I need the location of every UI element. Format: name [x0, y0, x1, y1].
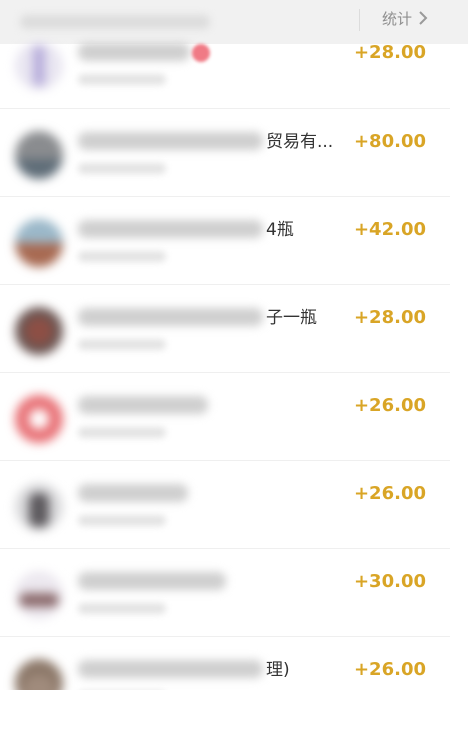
list-item[interactable]: +28.00 [0, 20, 450, 109]
title-blurred [78, 660, 263, 678]
list-item[interactable]: +30.00 [0, 549, 450, 637]
avatar [15, 571, 63, 619]
title-blurred [78, 43, 190, 61]
title-blurred [78, 572, 226, 590]
amount: +42.00 [353, 219, 426, 240]
time-blurred [78, 427, 166, 438]
title-tail: 子一瓶 [266, 308, 317, 328]
time-blurred [78, 339, 166, 350]
avatar [15, 42, 63, 90]
list-item[interactable]: 4瓶 +42.00 [0, 197, 450, 285]
title-blurred [78, 132, 263, 150]
time-blurred [78, 74, 166, 85]
avatar [15, 131, 63, 179]
title-blurred [78, 220, 263, 238]
avatar [15, 483, 63, 531]
amount: +80.00 [353, 131, 426, 152]
list-item[interactable]: +26.00 [0, 373, 450, 461]
time-blurred [78, 163, 166, 174]
avatar [15, 395, 63, 443]
title-blurred [78, 396, 208, 414]
avatar [15, 219, 63, 267]
amount: +28.00 [353, 307, 426, 328]
avatar [15, 307, 63, 355]
bottom-area [0, 690, 468, 738]
amount: +28.00 [353, 42, 426, 63]
time-blurred [78, 603, 166, 614]
time-blurred [78, 515, 166, 526]
title-tail: 4瓶 [266, 220, 294, 240]
list-item[interactable]: 子一瓶 +28.00 [0, 285, 450, 373]
title-tail: 理) [266, 660, 290, 680]
list-item[interactable]: +26.00 [0, 461, 450, 549]
amount: +26.00 [353, 395, 426, 416]
title-blurred [78, 308, 263, 326]
title-blurred [78, 484, 188, 502]
time-blurred [78, 251, 166, 262]
amount: +26.00 [353, 659, 426, 680]
amount: +30.00 [353, 571, 426, 592]
transaction-list: +28.00 贸易有... +80.00 4瓶 +42.00 子一瓶 +28.0… [0, 20, 450, 725]
title-tail: 贸易有... [266, 132, 334, 152]
notification-badge [192, 44, 210, 62]
amount: +26.00 [353, 483, 426, 504]
list-item[interactable]: 贸易有... +80.00 [0, 109, 450, 197]
